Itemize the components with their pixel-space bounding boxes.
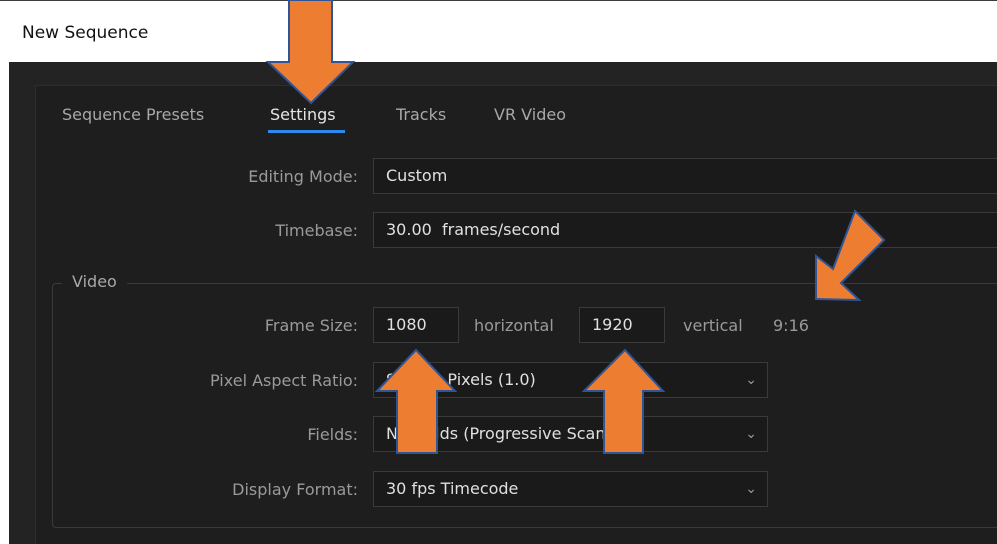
timebase-value: 30.00 frames/second: [386, 220, 561, 239]
tab-vr-video[interactable]: VR Video: [494, 105, 566, 124]
horizontal-label: horizontal: [474, 316, 554, 335]
timebase-label: Timebase:: [275, 221, 358, 240]
editing-mode-select[interactable]: Custom: [373, 158, 997, 194]
timebase-select[interactable]: 30.00 frames/second: [373, 212, 997, 248]
frame-height-value: 1920: [592, 315, 633, 334]
tab-sequence-presets[interactable]: Sequence Presets: [62, 105, 204, 124]
frame-width-input[interactable]: 1080: [373, 307, 459, 343]
aspect-ratio-readout: 9:16: [773, 316, 809, 335]
pixel-aspect-ratio-value: Square Pixels (1.0): [386, 370, 536, 389]
fields-select[interactable]: No Fields (Progressive Scan) ⌄: [373, 416, 768, 452]
tab-tracks[interactable]: Tracks: [396, 105, 446, 124]
frame-width-value: 1080: [386, 315, 427, 334]
fields-value: No Fields (Progressive Scan): [386, 424, 612, 443]
frame-height-input[interactable]: 1920: [579, 307, 665, 343]
pixel-aspect-ratio-select[interactable]: Square Pixels (1.0) ⌄: [373, 362, 768, 398]
tab-settings[interactable]: Settings: [270, 105, 336, 124]
display-format-label: Display Format:: [232, 480, 358, 499]
fields-label: Fields:: [307, 425, 358, 444]
video-group-label: Video: [62, 272, 127, 291]
frame-size-label: Frame Size:: [264, 316, 358, 335]
display-format-select[interactable]: 30 fps Timecode ⌄: [373, 471, 768, 507]
active-tab-indicator: [268, 130, 345, 133]
window-title: New Sequence: [22, 23, 149, 43]
editing-mode-label: Editing Mode:: [248, 167, 358, 186]
vertical-label: vertical: [683, 316, 743, 335]
pixel-aspect-ratio-label: Pixel Aspect Ratio:: [210, 371, 358, 390]
chevron-down-icon: ⌄: [745, 481, 757, 497]
chevron-down-icon: ⌄: [745, 426, 757, 442]
chevron-down-icon: ⌄: [745, 372, 757, 388]
display-format-value: 30 fps Timecode: [386, 479, 519, 498]
editing-mode-value: Custom: [386, 166, 448, 185]
title-bar: New Sequence: [0, 0, 997, 62]
